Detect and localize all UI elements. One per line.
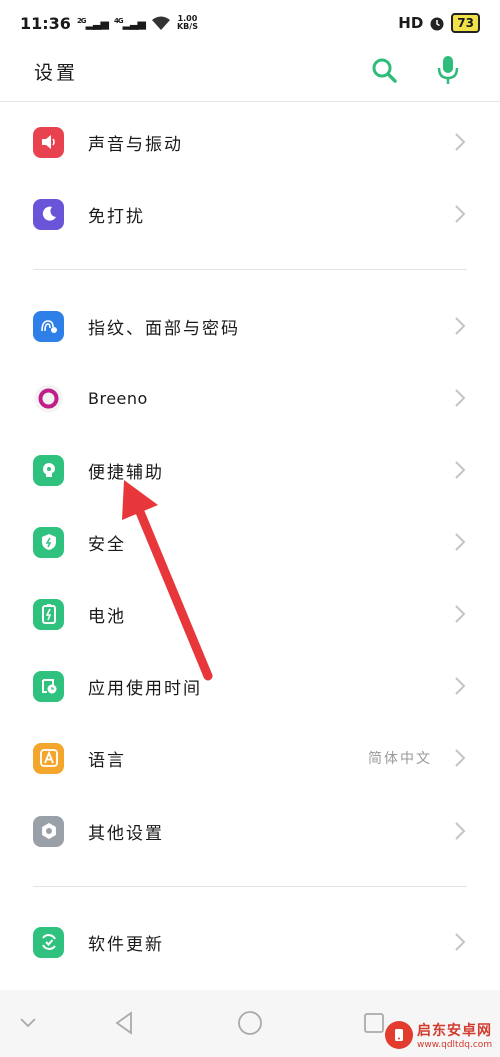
settings-item-label: 电池 — [88, 606, 126, 627]
settings-item-accessibility[interactable]: 便捷辅助 — [0, 434, 500, 506]
chevron-right-icon — [455, 822, 466, 840]
chevron-right-icon — [455, 933, 466, 951]
signal-2g-icon: 2G▂▃▅ — [76, 16, 109, 30]
settings-item-label: 免打扰 — [88, 206, 145, 227]
signal-2g-label: 2G — [76, 16, 87, 25]
section-divider — [33, 886, 467, 887]
chevron-right-icon — [455, 749, 466, 767]
battery-icon — [33, 598, 64, 630]
settings-item-label: 声音与振动 — [88, 134, 183, 155]
settings-header: 设置 — [0, 46, 500, 102]
settings-item-label: 安全 — [88, 534, 126, 555]
settings-item-language[interactable]: 语言 简体中文 — [0, 722, 500, 794]
update-icon — [33, 926, 64, 958]
chevron-right-icon — [455, 317, 466, 335]
search-icon[interactable] — [370, 56, 398, 84]
moon-icon — [33, 198, 64, 230]
status-right: HD 73 — [398, 13, 480, 33]
speaker-icon — [33, 126, 64, 158]
recents-icon[interactable] — [362, 1011, 386, 1035]
settings-item-breeno[interactable]: Breeno — [0, 362, 500, 434]
settings-item-label: 软件更新 — [88, 934, 164, 955]
settings-item-label: Breeno — [88, 388, 148, 408]
settings-item-battery[interactable]: 电池 — [0, 578, 500, 650]
settings-item-label: 便捷辅助 — [88, 462, 164, 483]
watermark-url: www.qdltdq.com — [417, 1040, 493, 1050]
language-value: 简体中文 — [368, 751, 432, 767]
settings-item-do-not-disturb[interactable]: 免打扰 — [0, 178, 500, 250]
watermark-logo-icon — [385, 1021, 413, 1049]
chevron-right-icon — [455, 461, 466, 479]
clock: 11:36 — [20, 13, 71, 33]
chevron-right-icon — [455, 389, 466, 407]
settings-item-sound[interactable]: 声音与振动 — [0, 106, 500, 178]
signal-4g-label: 4G — [113, 16, 124, 25]
page-title: 设置 — [34, 62, 79, 84]
settings-item-label: 其他设置 — [88, 823, 164, 844]
chevron-right-icon — [455, 205, 466, 223]
status-bar: 11:36 2G▂▃▅ 4G▂▃▅ 1.00 KB/S HD 73 — [0, 0, 500, 46]
settings-item-other[interactable]: 其他设置 — [0, 795, 500, 867]
net-speed-unit: KB/S — [176, 22, 198, 31]
microphone-icon[interactable] — [436, 54, 460, 86]
watermark-text: 启东安卓网 www.qdltdq.com — [417, 1020, 492, 1050]
battery-indicator: 73 — [451, 13, 480, 33]
wifi-icon — [151, 16, 170, 30]
back-icon[interactable] — [112, 1010, 136, 1036]
settings-item-label: 指纹、面部与密码 — [88, 318, 240, 339]
language-icon — [33, 742, 64, 774]
breeno-icon — [33, 383, 64, 414]
accessibility-icon — [33, 454, 64, 486]
gear-icon — [33, 815, 64, 847]
home-icon[interactable] — [237, 1010, 263, 1036]
hd-indicator: HD — [398, 14, 424, 32]
settings-item-label: 语言 — [88, 750, 126, 771]
chevron-down-icon[interactable] — [18, 1016, 38, 1030]
fingerprint-icon — [33, 310, 64, 342]
settings-item-app-usage[interactable]: 应用使用时间 — [0, 650, 500, 722]
shield-icon — [33, 526, 64, 558]
chevron-right-icon — [455, 677, 466, 695]
chevron-right-icon — [455, 133, 466, 151]
watermark: 启东安卓网 www.qdltdq.com — [385, 1013, 500, 1057]
section-divider — [33, 269, 467, 270]
alarm-icon — [430, 17, 444, 31]
settings-item-fingerprint[interactable]: 指纹、面部与密码 — [0, 290, 500, 362]
chevron-right-icon — [455, 605, 466, 623]
chevron-right-icon — [455, 533, 466, 551]
app-time-icon — [33, 670, 64, 702]
status-left: 11:36 2G▂▃▅ 4G▂▃▅ 1.00 KB/S — [20, 14, 198, 33]
settings-item-label: 应用使用时间 — [88, 678, 202, 699]
settings-item-software-update[interactable]: 软件更新 — [0, 906, 500, 978]
watermark-name: 启东安卓网 — [417, 1023, 492, 1039]
settings-item-security[interactable]: 安全 — [0, 506, 500, 578]
signal-4g-icon: 4G▂▃▅ — [113, 16, 146, 30]
net-speed: 1.00 KB/S — [177, 15, 198, 31]
